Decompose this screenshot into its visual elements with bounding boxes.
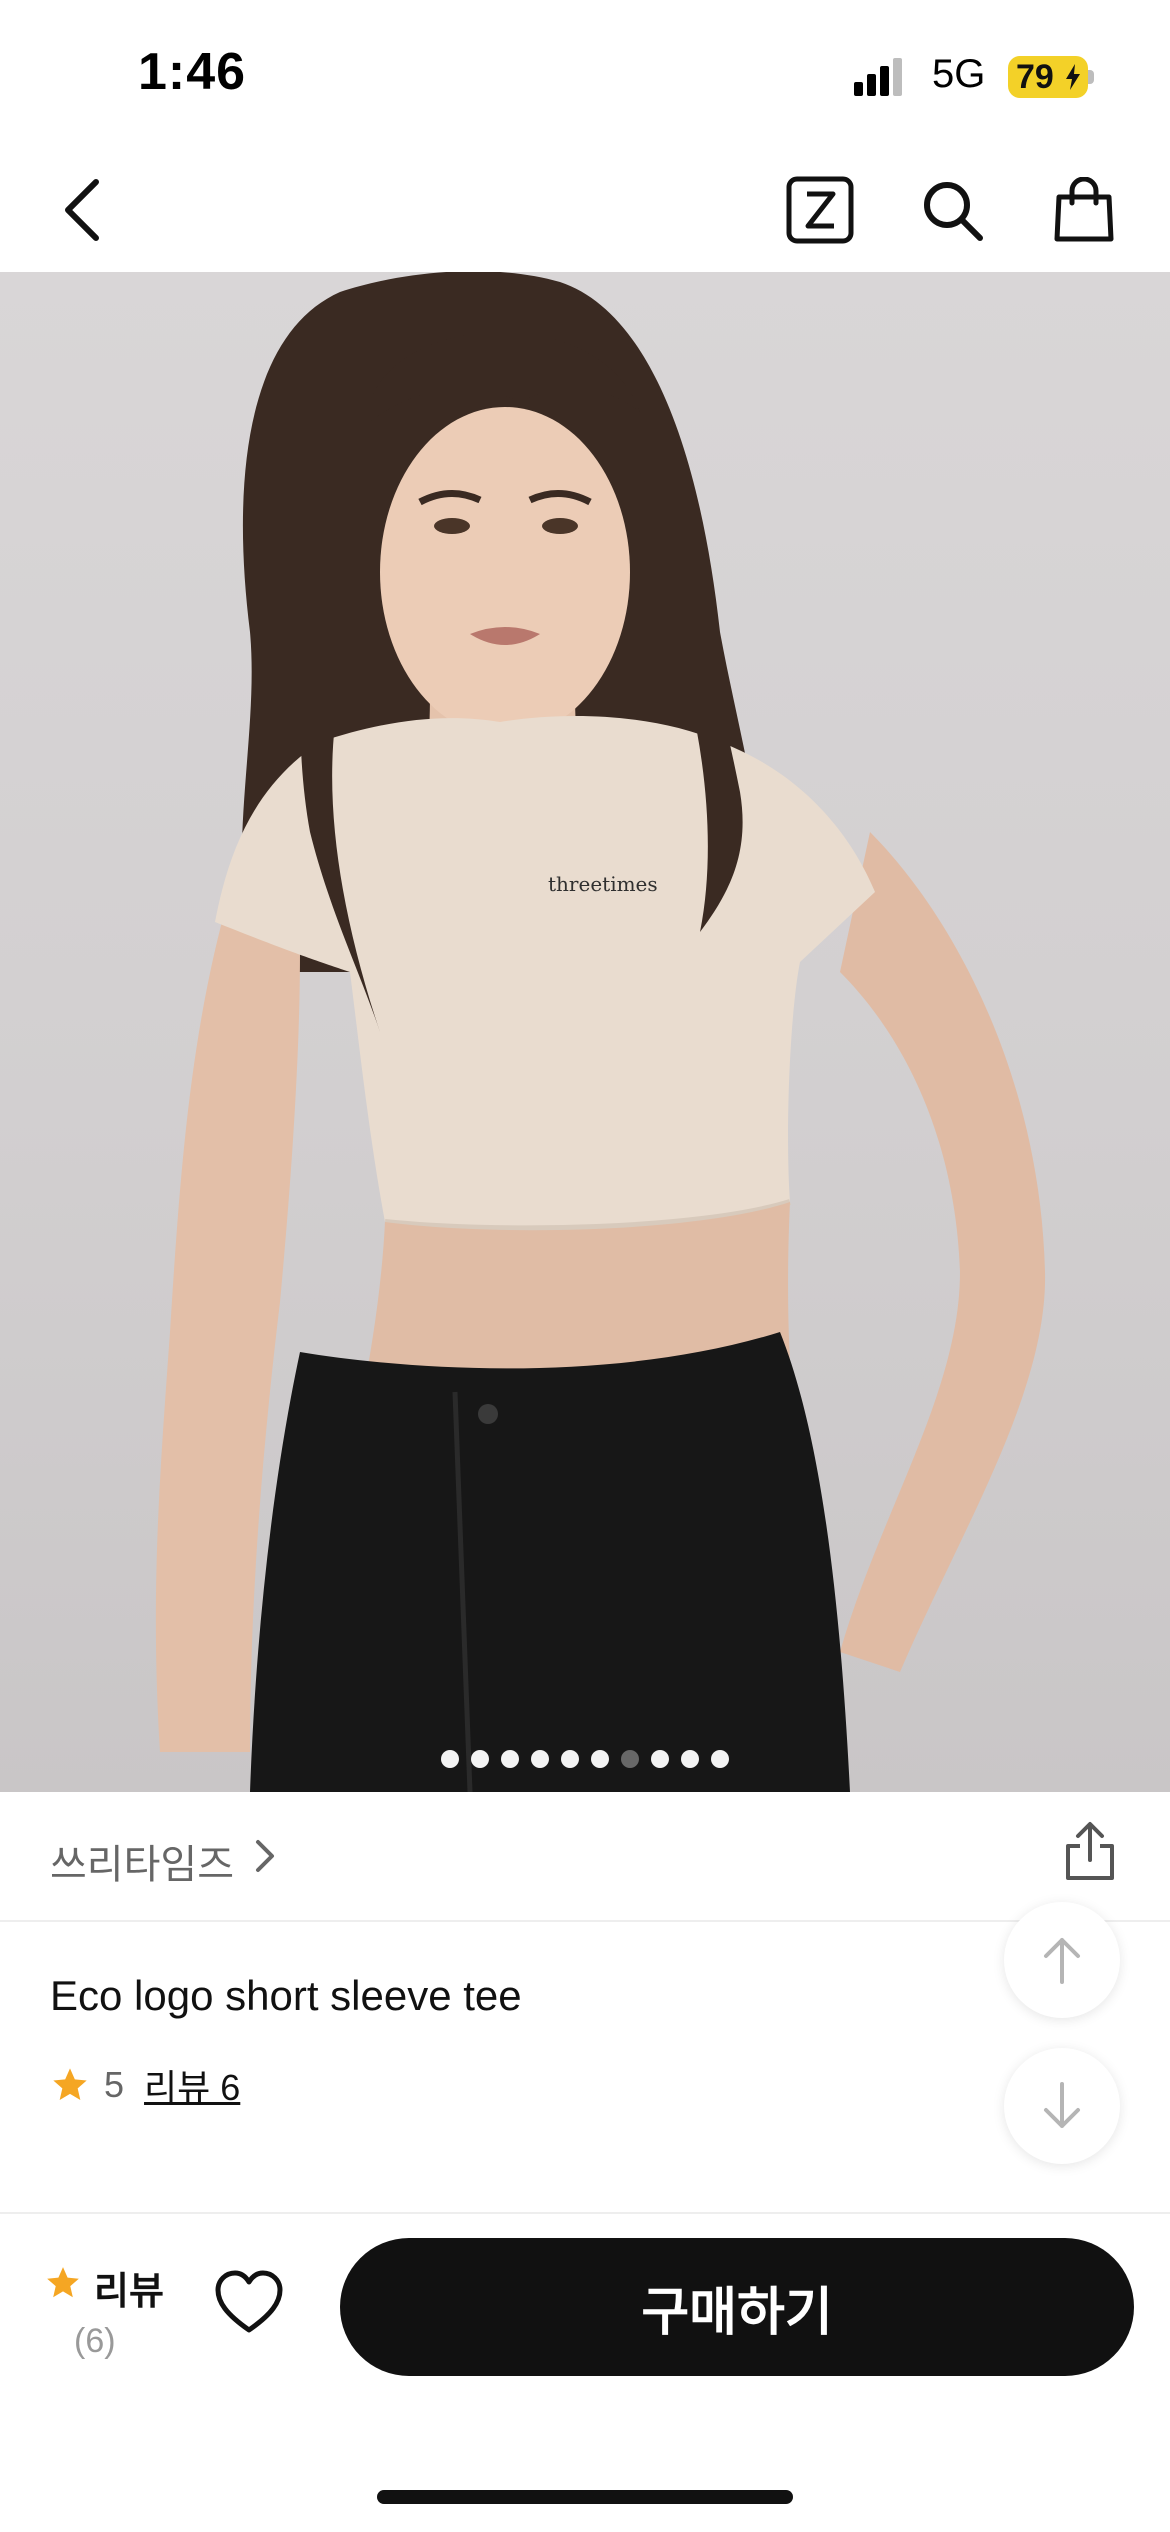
shopping-bag-icon (1054, 177, 1114, 242)
bottom-action-bar: 리뷰 (6) 구매하기 (0, 2214, 1170, 2532)
back-arrow-icon (65, 179, 99, 241)
rating-value: 5 (104, 2064, 125, 2105)
shirt-logo-text: threetimes (548, 872, 658, 896)
brand-row: 쓰리타임즈 (0, 1792, 1170, 1922)
carousel-dot-active[interactable] (621, 1750, 639, 1768)
battery-icon: 79 (1008, 56, 1088, 98)
scroll-down-button[interactable] (1004, 2048, 1120, 2164)
heart-icon[interactable] (214, 2268, 284, 2338)
review-label: 리뷰 (94, 2271, 164, 2313)
charging-bolt-icon (1066, 64, 1080, 90)
carousel-dot[interactable] (531, 1750, 549, 1768)
network-type: 5G (932, 52, 986, 96)
carousel-dot[interactable] (441, 1750, 459, 1768)
arrow-up-icon (1044, 1938, 1080, 1984)
star-icon (47, 2267, 79, 2298)
top-navigation (0, 150, 1170, 272)
carousel-dot[interactable] (501, 1750, 519, 1768)
product-photo (155, 272, 1046, 1792)
battery-level: 79 (1016, 58, 1054, 96)
status-time: 1:46 (138, 43, 247, 101)
cellular-signal-icon (854, 58, 902, 96)
status-bar: 1:46 5G 79 (0, 0, 1170, 150)
chevron-right-icon (256, 1840, 274, 1872)
brand-name-link[interactable]: 쓰리타임즈 (50, 1832, 234, 1890)
carousel-dot[interactable] (651, 1750, 669, 1768)
carousel-dot[interactable] (471, 1750, 489, 1768)
carousel-dot[interactable] (711, 1750, 729, 1768)
rating-row: 5 리뷰 6 (50, 2060, 240, 2110)
carousel-pagination (0, 1750, 1170, 1774)
star-icon (53, 2068, 87, 2100)
search-icon (924, 182, 983, 241)
arrow-down-icon (1044, 2082, 1080, 2128)
zigzag-z-icon (786, 176, 854, 244)
battery-cap (1088, 70, 1094, 84)
search-button[interactable] (912, 170, 992, 250)
share-icon[interactable] (1058, 1820, 1122, 1884)
home-indicator (377, 2490, 793, 2504)
carousel-dot[interactable] (681, 1750, 699, 1768)
review-link[interactable]: 리뷰 6 (144, 2059, 240, 2111)
back-button[interactable] (42, 170, 122, 250)
product-image-carousel[interactable]: threetimes (0, 272, 1170, 1792)
cart-button[interactable] (1044, 170, 1124, 250)
scroll-up-button[interactable] (1004, 1902, 1120, 2018)
buy-button[interactable]: 구매하기 (340, 2238, 1134, 2376)
product-title: Eco logo short sleeve tee (50, 1972, 522, 2019)
carousel-dot[interactable] (591, 1750, 609, 1768)
carousel-dot[interactable] (561, 1750, 579, 1768)
review-count: (6) (74, 2322, 116, 2360)
zigzag-button[interactable] (780, 170, 860, 250)
